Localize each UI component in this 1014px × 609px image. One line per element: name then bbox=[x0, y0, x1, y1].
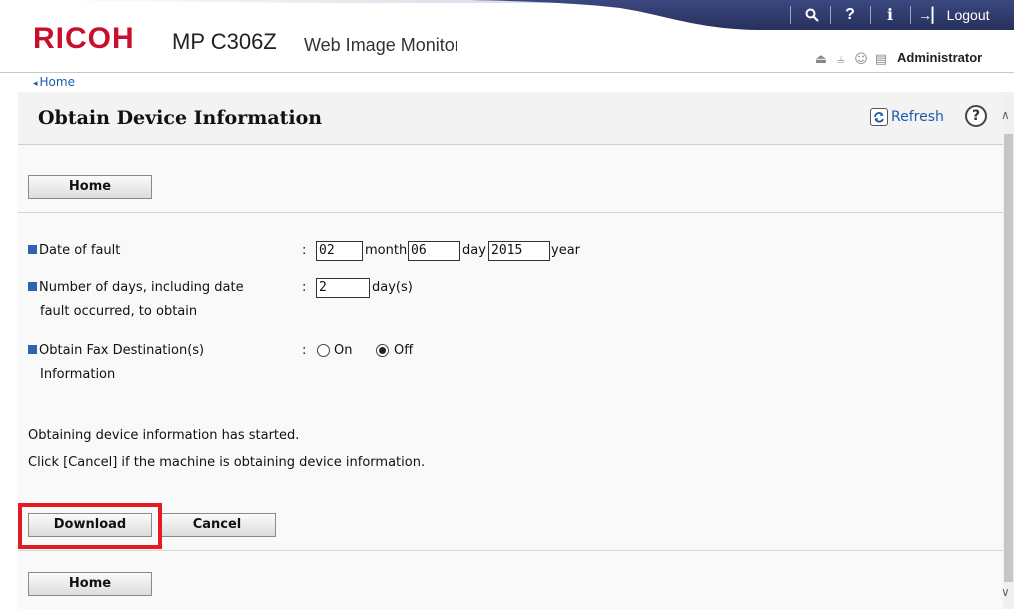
refresh-icon bbox=[870, 108, 888, 126]
year-input[interactable]: 2015 bbox=[488, 241, 550, 261]
day-unit: day bbox=[462, 243, 486, 258]
refresh-button[interactable]: Refresh bbox=[870, 106, 944, 128]
logout-button[interactable]: →▏ Logout bbox=[918, 1, 1014, 29]
status-message-hint: Click [Cancel] if the machine is obtaini… bbox=[28, 455, 426, 470]
app-header: ? i →▏ Logout RICOH MP C306Z Web Image M… bbox=[0, 0, 1014, 73]
user-icon: ☺ bbox=[854, 52, 868, 67]
days-input[interactable]: 2 bbox=[316, 278, 370, 298]
fax-destination-label: Obtain Fax Destination(s) bbox=[28, 341, 204, 361]
logout-label: Logout bbox=[946, 7, 990, 23]
main-content: Home Date of fault : 02 month 06 day 201… bbox=[18, 145, 1003, 609]
refresh-label: Refresh bbox=[891, 109, 944, 125]
year-unit: year bbox=[551, 243, 581, 258]
number-of-days-label-line2: fault occurred, to obtain bbox=[40, 304, 198, 319]
info-icon[interactable]: i bbox=[878, 1, 902, 29]
page-title: Obtain Device Information bbox=[38, 107, 323, 129]
bullet-icon bbox=[28, 245, 37, 254]
logout-icon: →▏ bbox=[918, 7, 943, 23]
user-role-label: Administrator bbox=[897, 50, 983, 65]
highlight-box bbox=[18, 503, 162, 549]
colon: : bbox=[302, 243, 307, 258]
breadcrumb-arrow-icon: ◂ bbox=[33, 79, 38, 89]
cancel-button[interactable]: Cancel bbox=[158, 513, 276, 537]
fax-on-radio[interactable] bbox=[317, 344, 330, 357]
search-icon[interactable] bbox=[800, 1, 824, 29]
scroll-up-arrow-icon[interactable]: ∧ bbox=[1001, 108, 1010, 122]
status-message: Obtaining device information has started… bbox=[28, 428, 300, 443]
network-icon: ⫨ bbox=[837, 52, 845, 67]
days-unit: day(s) bbox=[372, 280, 413, 295]
home-button-top[interactable]: Home bbox=[28, 175, 152, 199]
header-divider bbox=[0, 72, 1014, 73]
device-model: MP C306Z bbox=[172, 29, 277, 54]
home-button-bottom[interactable]: Home bbox=[28, 572, 152, 596]
toolbar-separator bbox=[830, 6, 831, 24]
scroll-down-arrow-icon[interactable]: ∨ bbox=[1001, 585, 1010, 599]
scrollbar-thumb[interactable] bbox=[1004, 134, 1013, 582]
breadcrumb-home-link[interactable]: Home bbox=[40, 75, 75, 89]
page-title-bar: Obtain Device Information Refresh ? bbox=[18, 92, 1003, 145]
fax-off-label: Off bbox=[394, 343, 414, 358]
bullet-icon bbox=[28, 345, 37, 354]
date-of-fault-label: Date of fault bbox=[28, 241, 120, 261]
divider bbox=[18, 212, 1003, 213]
bullet-icon bbox=[28, 282, 37, 291]
divider bbox=[18, 550, 1003, 551]
fax-destination-label-line2: Information bbox=[40, 367, 116, 382]
document-icon: ▤ bbox=[874, 52, 888, 67]
fax-on-label: On bbox=[334, 343, 353, 358]
fax-off-radio[interactable] bbox=[376, 344, 389, 357]
month-unit: month bbox=[365, 243, 408, 258]
toolbar-separator bbox=[870, 6, 871, 24]
day-input[interactable]: 06 bbox=[408, 241, 460, 261]
help-icon[interactable]: ? bbox=[965, 105, 987, 127]
number-of-days-label: Number of days, including date bbox=[28, 278, 244, 298]
colon: : bbox=[302, 280, 307, 295]
help-icon[interactable]: ? bbox=[838, 1, 862, 29]
colon: : bbox=[302, 343, 307, 358]
month-input[interactable]: 02 bbox=[316, 241, 363, 261]
toolbar-separator bbox=[790, 6, 791, 24]
ricoh-logo: RICOH bbox=[33, 22, 135, 55]
app-title: Web Image Monitor bbox=[304, 35, 457, 55]
printer-icon: ⏏ bbox=[814, 52, 828, 67]
toolbar-separator bbox=[910, 6, 911, 24]
breadcrumb[interactable]: ◂ Home bbox=[33, 74, 75, 92]
